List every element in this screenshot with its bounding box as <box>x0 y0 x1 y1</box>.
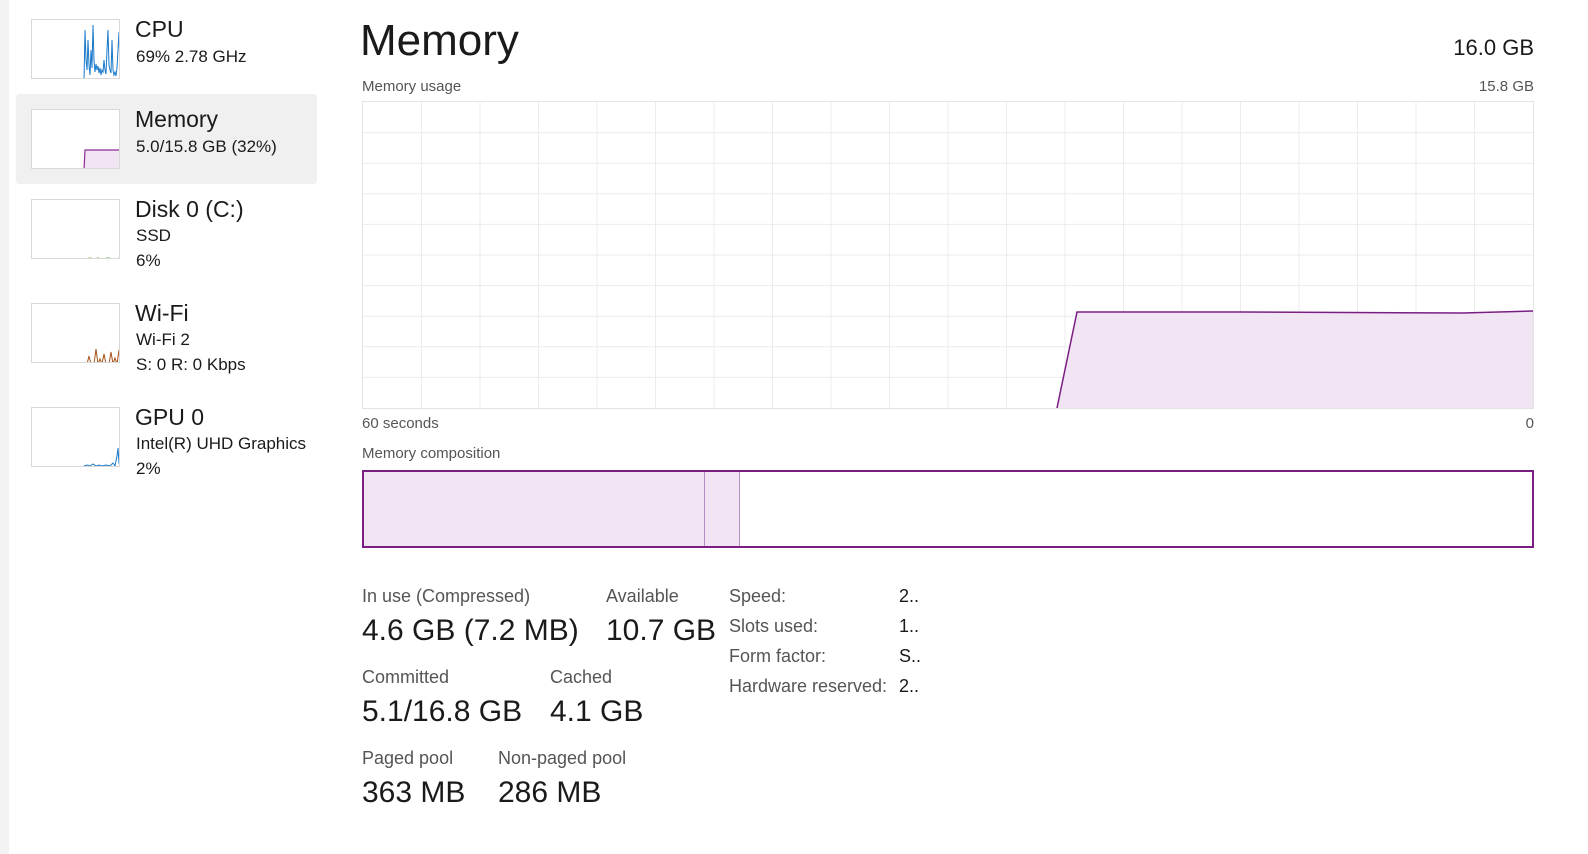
speed-key: Speed: <box>729 586 787 606</box>
speed-value: 2.. <box>899 586 920 606</box>
sidebar-item-detail: SSD <box>136 226 171 245</box>
sidebar-item-detail: 2% <box>136 459 161 478</box>
memory-usage-fill <box>1057 311 1533 408</box>
memory-usage-graph <box>362 101 1534 409</box>
wifi-thumbnail-line <box>86 348 119 362</box>
sidebar-item-label: Memory <box>135 106 219 132</box>
sidebar-item-detail: Wi-Fi 2 <box>136 330 190 349</box>
disk-thumbnail-graph <box>31 199 120 259</box>
sidebar-item-detail: 5.0/15.8 GB (32%) <box>136 137 277 156</box>
sidebar-item-gpu[interactable]: GPU 0 Intel(R) UHD Graphics 2% <box>16 392 317 492</box>
nonpaged-pool-value: 286 MB <box>498 776 602 809</box>
hardware-reserved-value: 2.. <box>899 676 920 696</box>
sidebar-item-disk[interactable]: Disk 0 (C:) SSD 6% <box>16 184 317 288</box>
form-factor-key: Form factor: <box>729 646 827 666</box>
in-use-label: In use (Compressed) <box>362 586 531 606</box>
sidebar-item-detail: Intel(R) UHD Graphics <box>136 434 307 453</box>
composition-in-use <box>364 472 705 546</box>
memory-thumbnail-graph <box>31 109 120 169</box>
time-axis-start: 60 seconds <box>362 415 439 432</box>
sidebar-item-cpu[interactable]: CPU 69% 2.78 GHz <box>16 4 317 94</box>
form-factor-value: S.. <box>899 646 922 666</box>
nonpaged-pool-label: Non-paged pool <box>498 748 627 768</box>
cached-label: Cached <box>550 667 613 687</box>
performance-sidebar: CPU 69% 2.78 GHz Memory 5.0/15.8 GB (32%… <box>16 4 317 492</box>
sidebar-item-memory[interactable]: Memory 5.0/15.8 GB (32%) <box>16 94 317 184</box>
sidebar-item-detail: S: 0 R: 0 Kbps <box>136 355 246 374</box>
committed-value: 5.1/16.8 GB <box>362 695 523 728</box>
slots-used-value: 1.. <box>899 616 920 636</box>
paged-pool-value: 363 MB <box>362 776 466 809</box>
paged-pool-label: Paged pool <box>362 748 454 768</box>
gpu-thumbnail-graph <box>31 407 120 467</box>
memory-usage-label: Memory usage <box>362 78 462 95</box>
total-memory: 16.0 GB <box>1453 35 1534 60</box>
slots-used-key: Slots used: <box>729 616 819 636</box>
gpu-thumbnail-line <box>83 447 119 466</box>
sidebar-item-wifi[interactable]: Wi-Fi Wi-Fi 2 S: 0 R: 0 Kbps <box>16 288 317 392</box>
sidebar-item-label: Disk 0 (C:) <box>135 196 244 222</box>
memory-composition-label: Memory composition <box>362 445 501 462</box>
composition-modified <box>705 472 740 546</box>
sidebar-item-detail: 6% <box>136 251 161 270</box>
window-left-edge <box>0 0 9 854</box>
memory-usage-chart <box>363 102 1534 409</box>
available-value: 10.7 GB <box>606 614 717 647</box>
in-use-value: 4.6 GB (7.2 MB) <box>362 614 579 647</box>
available-label: Available <box>606 586 679 606</box>
memory-usage-max: 15.8 GB <box>1478 78 1534 95</box>
sidebar-item-label: Wi-Fi <box>135 300 189 326</box>
cached-value: 4.1 GB <box>550 695 644 728</box>
wifi-thumbnail-graph <box>31 303 120 363</box>
disk-thumbnail-line <box>86 257 119 258</box>
hardware-reserved-key: Hardware reserved: <box>729 676 888 696</box>
memory-composition-bar <box>362 470 1534 548</box>
sidebar-item-label: CPU <box>135 16 184 42</box>
committed-label: Committed <box>362 667 450 687</box>
page-title: Memory <box>360 16 519 65</box>
sidebar-item-label: GPU 0 <box>135 404 205 430</box>
cpu-thumbnail-graph <box>31 19 120 79</box>
sidebar-item-detail: 69% 2.78 GHz <box>136 47 247 66</box>
memory-thumbnail-fill <box>84 150 119 168</box>
cpu-thumbnail-line <box>83 24 119 78</box>
time-axis-end: 0 <box>1525 415 1534 432</box>
